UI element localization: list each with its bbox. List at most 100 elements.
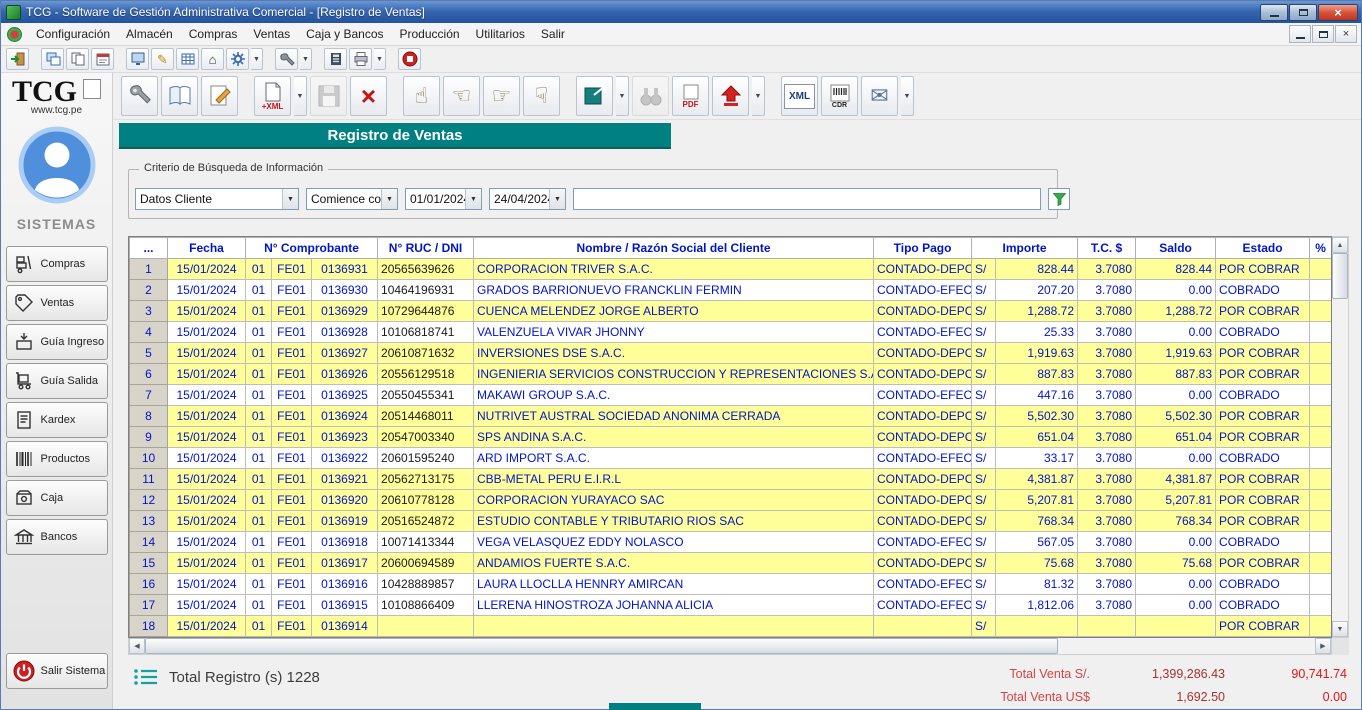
porcentaje-cell[interactable] [1310, 322, 1332, 343]
menu-utilitarios[interactable]: Utilitarios [468, 24, 533, 44]
tipo-pago-cell[interactable] [874, 616, 972, 637]
row-number-cell[interactable]: 8 [130, 406, 168, 427]
row-number-cell[interactable]: 17 [130, 595, 168, 616]
tipo-doc-cell[interactable]: 01 [246, 448, 272, 469]
table-row[interactable]: 3 15/01/2024 01 FE01 0136929 10729644876… [130, 301, 1332, 322]
porcentaje-cell[interactable] [1310, 448, 1332, 469]
fecha-cell[interactable]: 15/01/2024 [168, 469, 246, 490]
estado-cell[interactable]: POR COBRAR [1216, 427, 1310, 448]
ruc-cell[interactable]: 20516524872 [378, 511, 474, 532]
numero-cell[interactable]: 0136929 [312, 301, 378, 322]
row-number-cell[interactable]: 14 [130, 532, 168, 553]
estado-cell[interactable]: POR COBRAR [1216, 364, 1310, 385]
porcentaje-cell[interactable] [1310, 406, 1332, 427]
row-number-cell[interactable]: 5 [130, 343, 168, 364]
tools-button[interactable] [275, 48, 298, 70]
chevron-down-icon[interactable]: ▼ [549, 189, 565, 209]
numero-cell[interactable]: 0136928 [312, 322, 378, 343]
settings-dropdown[interactable]: ▼ [251, 48, 263, 70]
moneda-cell[interactable]: S/ [972, 322, 996, 343]
printer-button[interactable] [349, 48, 372, 70]
edit-record-button[interactable] [201, 76, 238, 116]
importe-cell[interactable]: 567.05 [996, 532, 1078, 553]
sidebar-item-productos[interactable]: Productos [6, 441, 108, 477]
table-row[interactable]: 8 15/01/2024 01 FE01 0136924 20514468011… [130, 406, 1332, 427]
importe-cell[interactable]: 1,288.72 [996, 301, 1078, 322]
ruc-cell[interactable]: 10428889857 [378, 574, 474, 595]
moneda-cell[interactable]: S/ [972, 574, 996, 595]
sidebar-item-guia-salida[interactable]: Guía Salida [6, 363, 108, 399]
estado-cell[interactable]: POR COBRAR [1216, 343, 1310, 364]
numero-cell[interactable]: 0136931 [312, 259, 378, 280]
fecha-cell[interactable]: 15/01/2024 [168, 448, 246, 469]
tipo-doc-cell[interactable]: 01 [246, 385, 272, 406]
porcentaje-cell[interactable] [1310, 385, 1332, 406]
estado-cell[interactable]: COBRADO [1216, 574, 1310, 595]
fecha-cell[interactable]: 15/01/2024 [168, 343, 246, 364]
serie-cell[interactable]: FE01 [272, 574, 312, 595]
column-header-tipo-pago[interactable]: Tipo Pago [874, 238, 972, 259]
importe-cell[interactable]: 651.04 [996, 427, 1078, 448]
tipo-doc-cell[interactable]: 01 [246, 490, 272, 511]
tipo-pago-cell[interactable]: CONTADO-DEPC [874, 301, 972, 322]
cliente-cell[interactable]: GRADOS BARRIONUEVO FRANCKLIN FERMIN [474, 280, 874, 301]
row-number-cell[interactable]: 12 [130, 490, 168, 511]
fecha-cell[interactable]: 15/01/2024 [168, 301, 246, 322]
ruc-cell[interactable]: 20547003340 [378, 427, 474, 448]
mail-dropdown[interactable]: ▼ [901, 76, 914, 116]
monitor-button[interactable] [126, 48, 149, 70]
tipo-cambio-cell[interactable] [1078, 616, 1136, 637]
cliente-cell[interactable]: CUENCA MELENDEZ JORGE ALBERTO [474, 301, 874, 322]
cliente-cell[interactable]: CORPORACION TRIVER S.A.C. [474, 259, 874, 280]
fecha-cell[interactable]: 15/01/2024 [168, 364, 246, 385]
sidebar-item-caja[interactable]: Caja [6, 480, 108, 516]
tipo-pago-cell[interactable]: CONTADO-DEPC [874, 553, 972, 574]
row-number-cell[interactable]: 10 [130, 448, 168, 469]
importe-cell[interactable]: 75.68 [996, 553, 1078, 574]
cliente-cell[interactable]: ARD IMPORT S.A.C. [474, 448, 874, 469]
moneda-cell[interactable]: S/ [972, 595, 996, 616]
scroll-up-button[interactable]: ▲ [1332, 237, 1348, 253]
importe-cell[interactable]: 887.83 [996, 364, 1078, 385]
saldo-cell[interactable]: 0.00 [1136, 280, 1216, 301]
saldo-cell[interactable]: 0.00 [1136, 322, 1216, 343]
estado-cell[interactable]: COBRADO [1216, 595, 1310, 616]
table-row[interactable]: 14 15/01/2024 01 FE01 0136918 1007141334… [130, 532, 1332, 553]
estado-cell[interactable]: COBRADO [1216, 448, 1310, 469]
fecha-cell[interactable]: 15/01/2024 [168, 553, 246, 574]
saldo-cell[interactable]: 768.34 [1136, 511, 1216, 532]
porcentaje-cell[interactable] [1310, 511, 1332, 532]
scroll-down-button[interactable]: ▼ [1332, 621, 1348, 637]
mdi-minimize-button[interactable] [1289, 25, 1311, 43]
serie-cell[interactable]: FE01 [272, 490, 312, 511]
porcentaje-cell[interactable] [1310, 490, 1332, 511]
serie-cell[interactable]: FE01 [272, 427, 312, 448]
minimize-button[interactable] [1260, 4, 1288, 21]
tipo-pago-cell[interactable]: CONTADO-DEPC [874, 343, 972, 364]
numero-cell[interactable]: 0136916 [312, 574, 378, 595]
moneda-cell[interactable]: S/ [972, 343, 996, 364]
tipo-pago-cell[interactable]: CONTADO-EFEC [874, 532, 972, 553]
table-row[interactable]: 17 15/01/2024 01 FE01 0136915 1010886640… [130, 595, 1332, 616]
tipo-cambio-cell[interactable]: 3.7080 [1078, 490, 1136, 511]
new-xml-dropdown[interactable]: ▼ [294, 76, 307, 116]
serie-cell[interactable]: FE01 [272, 511, 312, 532]
delete-button[interactable]: × [350, 76, 387, 116]
menu-caja-bancos[interactable]: Caja y Bancos [298, 24, 391, 44]
exit-system-button[interactable]: Salir Sistema [6, 653, 108, 689]
row-number-cell[interactable]: 13 [130, 511, 168, 532]
search-match-select[interactable]: Comience con ▼ [306, 188, 398, 210]
numero-cell[interactable]: 0136917 [312, 553, 378, 574]
tipo-doc-cell[interactable]: 01 [246, 322, 272, 343]
mdi-close-button[interactable]: × [1335, 25, 1357, 43]
estado-cell[interactable]: COBRADO [1216, 280, 1310, 301]
table-row[interactable]: 7 15/01/2024 01 FE01 0136925 20550455341… [130, 385, 1332, 406]
fecha-cell[interactable]: 15/01/2024 [168, 406, 246, 427]
moneda-cell[interactable]: S/ [972, 448, 996, 469]
tipo-cambio-cell[interactable]: 3.7080 [1078, 343, 1136, 364]
fecha-cell[interactable]: 15/01/2024 [168, 322, 246, 343]
tipo-cambio-cell[interactable]: 3.7080 [1078, 427, 1136, 448]
cliente-cell[interactable]: CORPORACION YURAYACO SAC [474, 490, 874, 511]
numero-cell[interactable]: 0136925 [312, 385, 378, 406]
numero-cell[interactable]: 0136919 [312, 511, 378, 532]
